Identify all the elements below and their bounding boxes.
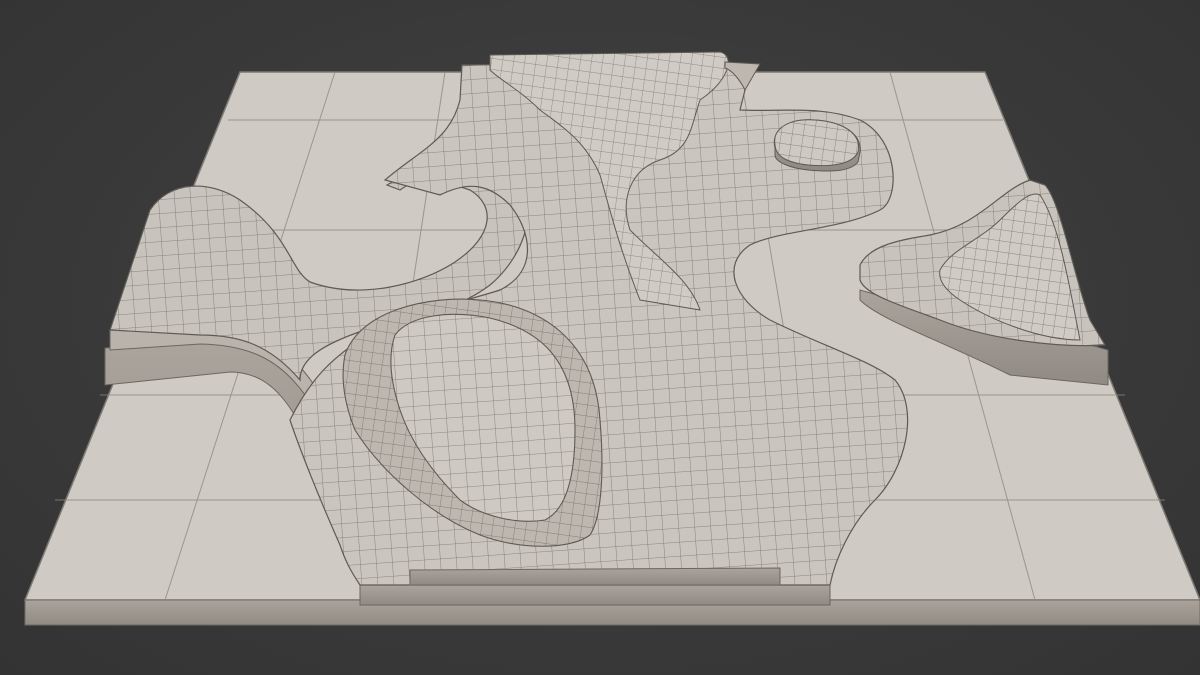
3d-viewport[interactable]: [0, 0, 1200, 675]
terrain-render: [23, 51, 1200, 626]
